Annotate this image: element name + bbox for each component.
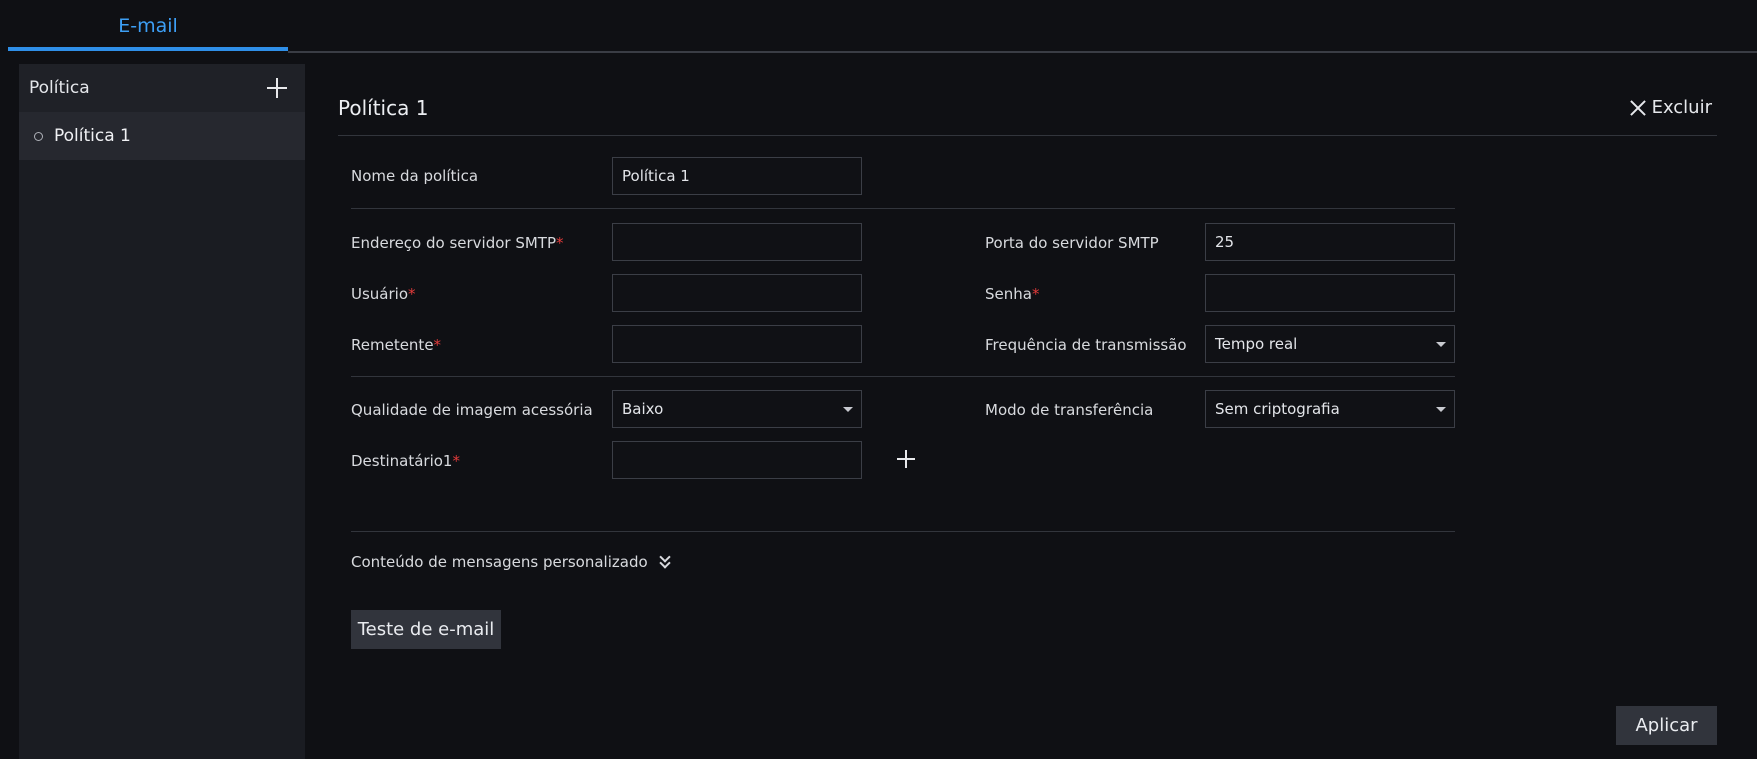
sidebar-header: Política [19,64,305,112]
section-divider [351,531,1455,532]
transfer-mode-value: Sem criptografia [1215,400,1340,418]
policy-sidebar: Política Política 1 [19,64,305,759]
test-email-button[interactable]: Teste de e-mail [351,610,501,649]
image-quality-value: Baixo [622,400,664,418]
sender-input[interactable] [612,325,862,363]
recipient-label: Destinatário1* [351,452,460,470]
tab-bar: E-mail [0,0,1757,54]
section-divider [351,208,1455,209]
radio-circle-icon [34,131,43,141]
user-label: Usuário* [351,285,416,303]
custom-message-toggle[interactable]: Conteúdo de mensagens personalizado [351,551,672,571]
recipient-input[interactable] [612,441,862,479]
image-quality-label: Qualidade de imagem acessória [351,401,593,419]
password-label: Senha* [985,285,1040,303]
transfer-mode-label: Modo de transferência [985,401,1154,419]
smtp-server-label: Endereço do servidor SMTP* [351,234,564,252]
image-quality-select[interactable]: Baixo [612,390,862,428]
policy-name-label: Nome da política [351,167,479,185]
sidebar-item-label: Política 1 [54,126,131,146]
tab-bar-divider [288,51,1757,53]
sender-label: Remetente* [351,336,442,354]
apply-button[interactable]: Aplicar [1616,706,1717,745]
tab-active-indicator [8,47,288,51]
add-policy-icon[interactable] [265,76,289,100]
caret-down-icon [1436,406,1446,412]
frequency-select[interactable]: Tempo real [1205,325,1455,363]
smtp-port-input[interactable] [1205,223,1455,261]
custom-message-label: Conteúdo de mensagens personalizado [351,553,648,571]
transfer-mode-select[interactable]: Sem criptografia [1205,390,1455,428]
delete-button[interactable]: Excluir [1630,97,1712,118]
panel-title: Política 1 [338,96,429,120]
caret-down-icon [843,406,853,412]
close-icon [1630,100,1646,116]
frequency-label: Frequência de transmissão [985,336,1187,354]
add-recipient-icon[interactable] [896,449,916,469]
caret-down-icon [1436,341,1446,347]
smtp-server-input[interactable] [612,223,862,261]
policy-name-input[interactable] [612,157,862,195]
smtp-port-label: Porta do servidor SMTP [985,234,1159,252]
delete-label: Excluir [1651,97,1712,118]
user-input[interactable] [612,274,862,312]
sidebar-item-policy-1[interactable]: Política 1 [19,112,305,160]
double-chevron-down-icon [658,551,672,570]
header-divider [338,135,1717,136]
section-divider [351,376,1455,377]
password-input[interactable] [1205,274,1455,312]
frequency-value: Tempo real [1215,335,1298,353]
sidebar-title: Política [29,78,90,98]
tab-email[interactable]: E-mail [8,0,288,52]
